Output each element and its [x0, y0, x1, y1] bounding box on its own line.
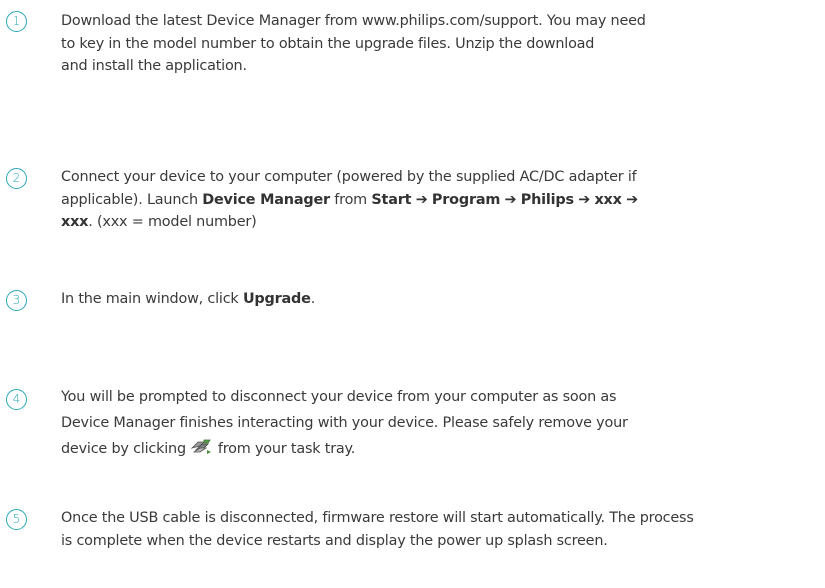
step-1-text: Download the latest Device Manager from … [61, 10, 646, 78]
step-4-text: You will be prompted to disconnect your … [61, 384, 628, 465]
xxx-item-label: xxx [61, 214, 89, 230]
step-number-4: 4 [6, 389, 27, 410]
step-2-text: Connect your device to your computer (po… [61, 166, 638, 234]
program-menu-label: Program [431, 191, 501, 208]
step-number-1: 1 [6, 11, 27, 32]
step-4-line-2: Device Manager finishes interacting with… [61, 415, 628, 431]
step-4-line-3-pre: device by clicking [61, 441, 186, 457]
step-4-line-1: You will be prompted to disconnect your … [61, 389, 617, 405]
step-2-line-2: applicable). Launch Device Manager from … [61, 189, 638, 212]
step-number-2: 2 [6, 168, 27, 189]
step-2-line-1: Connect your device to your computer (po… [61, 169, 637, 185]
step-1-line-2: to key in the model number to obtain the… [61, 35, 595, 52]
step-number-5: 5 [6, 509, 27, 530]
model-number-note: . (xxx = model number) [88, 214, 257, 230]
step-3-post: . [310, 291, 316, 307]
from-text: from [329, 191, 372, 208]
device-manager-label: Device Manager [202, 191, 330, 208]
arrow-icon: ➔ [578, 191, 591, 208]
philips-menu-label: Philips [520, 191, 574, 208]
step-2-launch-text: applicable). Launch [61, 191, 203, 208]
step-1-line-1: Download the latest Device Manager from … [61, 13, 646, 29]
start-menu-label: Start [371, 191, 412, 208]
step-3-line-1: In the main window, click Upgrade. [61, 288, 315, 311]
safely-remove-hardware-icon [190, 438, 212, 465]
step-1-line-3: and install the application. [61, 58, 247, 74]
step-5-line-2: is complete when the device restarts and… [61, 532, 608, 549]
step-number-3: 3 [6, 290, 27, 311]
arrow-icon: ➔ [626, 191, 638, 208]
arrow-icon: ➔ [415, 191, 428, 208]
xxx-menu-label: xxx [594, 191, 622, 208]
step-3-text: In the main window, click Upgrade. [61, 288, 315, 311]
arrow-icon: ➔ [504, 191, 517, 208]
step-2-line-3: xxx. (xxx = model number) [61, 211, 638, 234]
step-5-line-1: Once the USB cable is disconnected, firm… [61, 510, 694, 526]
step-4-line-3: device by clicking from your task tray. [61, 436, 628, 465]
step-4-line-3-post: from your task tray. [217, 441, 356, 457]
step-5-text: Once the USB cable is disconnected, firm… [61, 507, 694, 552]
upgrade-label: Upgrade [242, 291, 311, 307]
step-3-pre: In the main window, click [61, 291, 243, 307]
